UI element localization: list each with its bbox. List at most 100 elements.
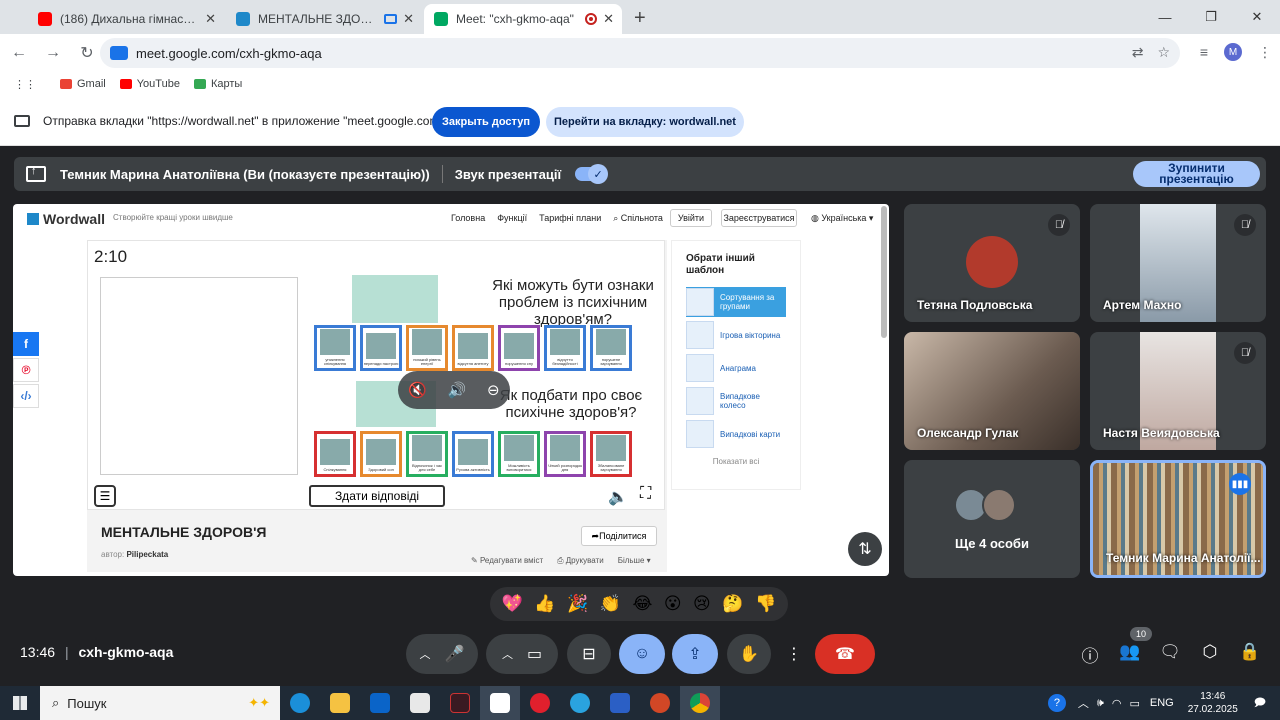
share-button[interactable]: ➦ Поділитися <box>581 526 657 546</box>
nav-pricing[interactable]: Тарифні плани <box>539 213 601 224</box>
sortable-card[interactable]: перепади настрою <box>360 325 402 371</box>
edit-content-link[interactable]: ✎ Редагувати вміст <box>471 556 543 566</box>
template-group-sort[interactable]: Сортування за групами <box>686 287 786 317</box>
tab-meet[interactable]: Meet: "cxh-gkmo-aqa" ✕ <box>424 4 622 34</box>
taskbar-explorer[interactable] <box>320 686 360 720</box>
bookmark-maps[interactable]: Карты <box>193 78 242 90</box>
chat-icon[interactable]: 🗨 <box>1157 642 1183 662</box>
stop-sharing-button[interactable]: Закрыть доступ <box>432 107 540 137</box>
submit-answers-button[interactable]: Здати відповіді <box>309 485 445 507</box>
nav-features[interactable]: Функції <box>497 213 527 224</box>
raise-hand-button[interactable]: ✋ <box>727 634 771 674</box>
sortable-card[interactable]: Відпочинок і час для себе <box>406 431 448 477</box>
sortable-card[interactable]: відчуття безнадійності <box>544 325 586 371</box>
self-tile[interactable]: ▮▮▮ Темник Марина Анатолії... <box>1090 460 1266 578</box>
go-to-tab-button[interactable]: Перейти на вкладку: wordwall.net <box>546 107 744 137</box>
bookmark-gmail[interactable]: Gmail <box>60 78 106 90</box>
bookmark-youtube[interactable]: YouTube <box>119 78 180 90</box>
register-button[interactable]: Зареєструватися <box>721 209 797 227</box>
drop-zone[interactable] <box>100 277 298 475</box>
sortable-card[interactable]: Чіткий розпорядок дня <box>544 431 586 477</box>
reaction-sad[interactable]: 😢 <box>693 594 711 614</box>
taskbar-telegram[interactable] <box>560 686 600 720</box>
participant-tile[interactable]: Олександр Гулак <box>904 332 1080 450</box>
close-icon[interactable]: ✕ <box>205 11 216 27</box>
back-icon[interactable]: ← <box>4 44 34 62</box>
battery-icon[interactable]: ▭ <box>1129 697 1139 710</box>
microphone-icon[interactable]: 🎤 <box>445 644 465 664</box>
participant-tile[interactable]: 🎙̸ Артем Махно <box>1090 204 1266 322</box>
taskbar-outlook[interactable] <box>360 686 400 720</box>
camera-icon[interactable]: ▭ <box>527 644 542 664</box>
reaction-party[interactable]: 🎉 <box>567 594 588 614</box>
sound-icon[interactable]: 🔈 <box>608 487 628 507</box>
participant-tile[interactable]: 🎙̸ Тетяна Подловська <box>904 204 1080 322</box>
taskbar-opera[interactable] <box>520 686 560 720</box>
sortable-card[interactable]: порушення сну <box>498 325 540 371</box>
chevron-up-icon[interactable]: ︿ <box>502 646 513 662</box>
reaction-clap[interactable]: 👏 <box>600 594 621 614</box>
sortable-card[interactable]: Можливість виговоритися <box>498 431 540 477</box>
template-cards[interactable]: Випадкові карти <box>686 419 786 449</box>
taskbar-app-clapper[interactable] <box>480 686 520 720</box>
taskbar-search[interactable]: ⌕ Пошук ✦✦ <box>40 686 280 720</box>
minimize-icon[interactable]: — <box>1142 0 1188 34</box>
reaction-heart[interactable]: 💖 <box>502 594 523 614</box>
notifications-icon[interactable]: 🗩 <box>1254 694 1266 713</box>
show-all-link[interactable]: Показати всі <box>686 457 786 466</box>
taskbar-powerpoint[interactable] <box>640 686 680 720</box>
sortable-card[interactable]: порушене харчування <box>590 325 632 371</box>
language-indicator[interactable]: ENG <box>1150 697 1174 709</box>
help-icon[interactable]: ? <box>1047 694 1066 712</box>
participant-tile[interactable]: 🎙̸ Настя Веиядовська <box>1090 332 1266 450</box>
mute-tab-icon[interactable]: 🔇 <box>408 381 427 399</box>
media-control-icon[interactable]: ≡ <box>1200 44 1208 60</box>
print-link[interactable]: ⎙ Друкувати <box>557 556 604 566</box>
language-select[interactable]: ◍ Українська ▾ <box>811 213 873 224</box>
new-tab-button[interactable]: + <box>624 7 656 34</box>
pinterest-icon[interactable]: ℗ <box>13 358 39 382</box>
start-button[interactable] <box>0 686 40 720</box>
zoom-out-icon[interactable]: ⊖ <box>487 381 500 399</box>
template-wheel[interactable]: Випадкове колесо <box>686 386 786 416</box>
facebook-icon[interactable]: f <box>13 332 39 356</box>
stop-presenting-button[interactable]: Зупинити презентацію <box>1133 161 1260 187</box>
address-bar[interactable]: meet.google.com/cxh-gkmo-aqa ⇄ ☆ <box>100 38 1180 68</box>
emoji-button[interactable]: ☺ <box>619 634 665 674</box>
fullscreen-icon[interactable]: ⛶ <box>640 485 651 503</box>
clock[interactable]: 13:46 27.02.2025 <box>1188 690 1238 716</box>
wordwall-logo[interactable]: Wordwall <box>27 211 105 227</box>
swap-layout-icon[interactable]: ⇅ <box>848 532 882 566</box>
more-link[interactable]: Більше ▾ <box>618 556 651 566</box>
sortable-card[interactable]: Збалансоване харчування <box>590 431 632 477</box>
leave-call-button[interactable]: ☎ <box>815 634 875 674</box>
site-info-icon[interactable] <box>110 46 128 60</box>
sortable-card[interactable]: Здоровий сон <box>360 431 402 477</box>
more-participants-tile[interactable]: Ще 4 особи <box>904 460 1080 578</box>
taskbar-word[interactable] <box>600 686 640 720</box>
close-window-icon[interactable]: ✕ <box>1234 0 1280 34</box>
forward-icon[interactable]: → <box>38 44 68 62</box>
taskbar-app-dark[interactable] <box>440 686 480 720</box>
taskbar-store[interactable] <box>400 686 440 720</box>
login-button[interactable]: Увійти <box>670 209 712 227</box>
reaction-thinking[interactable]: 🤔 <box>722 594 743 614</box>
maximize-icon[interactable]: ❐ <box>1188 0 1234 34</box>
author-link[interactable]: Pilipeckata <box>126 550 168 559</box>
sortable-card[interactable]: низький рівень енергії <box>406 325 448 371</box>
tab-youtube[interactable]: (186) Дихальна гімнастика, ре ✕ <box>28 4 224 34</box>
people-icon[interactable]: 👥 <box>1117 642 1143 662</box>
captions-button[interactable]: ⊟ <box>567 634 611 674</box>
wifi-icon[interactable]: ◠ <box>1112 697 1122 710</box>
taskbar-edge[interactable] <box>280 686 320 720</box>
apps-icon[interactable]: ⋮⋮ <box>14 78 36 91</box>
template-quiz[interactable]: Ігрова вікторина <box>686 320 786 350</box>
translate-icon[interactable]: ⇄ <box>1132 44 1144 61</box>
present-button[interactable]: ⇪ <box>672 634 718 674</box>
reaction-laugh[interactable]: 😂 <box>632 594 652 614</box>
info-icon[interactable]: ⓘ <box>1077 642 1103 667</box>
close-icon[interactable]: ✕ <box>403 11 414 27</box>
nav-community[interactable]: ⌕ Спільнота <box>613 213 663 224</box>
reaction-surprised[interactable]: 😮 <box>664 594 682 614</box>
embed-icon[interactable]: ‹/› <box>13 384 39 408</box>
